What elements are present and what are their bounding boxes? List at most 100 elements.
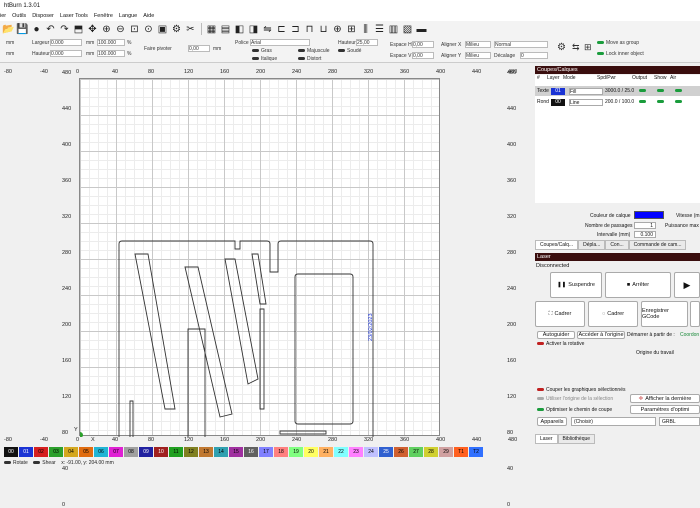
save-gcode-button[interactable]: Enregistrer GCode (641, 301, 688, 327)
palette-swatch[interactable]: 27 (409, 447, 423, 457)
palette-swatch[interactable]: 15 (229, 447, 243, 457)
align-bottom-icon[interactable]: ⊔ (317, 23, 330, 36)
align-y-select[interactable]: Milieu (465, 52, 491, 59)
palette-swatch[interactable]: 21 (319, 447, 333, 457)
palette-swatch[interactable]: 17 (259, 447, 273, 457)
palette-swatch[interactable]: 05 (79, 447, 93, 457)
tools-icon[interactable]: ✂ (184, 23, 197, 36)
same-height-icon[interactable]: ▧ (401, 23, 414, 36)
distort-toggle[interactable]: Distort (298, 56, 321, 62)
frame-button[interactable]: ⛶ Cadrer (535, 301, 585, 327)
palette-swatch[interactable]: 16 (244, 447, 258, 457)
align-top-icon[interactable]: ⊓ (303, 23, 316, 36)
italic-toggle[interactable]: Italique (252, 56, 277, 62)
circle-icon[interactable]: ● (30, 23, 43, 36)
stop-button[interactable]: ■ Arrêter (605, 272, 671, 298)
use-selection-origin-toggle[interactable]: Utiliser l'origine de la sélection (537, 396, 613, 402)
same-width-icon[interactable]: ▥ (387, 23, 400, 36)
palette-swatch[interactable]: 02 (34, 447, 48, 457)
scale-x-field[interactable]: 100.000 (97, 39, 125, 46)
palette-swatch[interactable]: 08 (124, 447, 138, 457)
go-home-button[interactable]: Accéder à l'origine (577, 331, 625, 339)
device-select[interactable]: (Choisir) (571, 417, 656, 426)
weld-icon[interactable]: ⊞ (584, 42, 592, 53)
optimization-settings-button[interactable]: Paramètres d'optimi (630, 405, 700, 414)
align-x-select[interactable]: Milieu (465, 41, 491, 48)
redo-icon[interactable]: ↷ (58, 23, 71, 36)
canvas-scrollbar[interactable] (525, 64, 535, 444)
ungroup-icon[interactable]: ▤ (219, 23, 232, 36)
move-icon[interactable]: ✥ (86, 23, 99, 36)
palette-swatch[interactable]: 24 (364, 447, 378, 457)
lock-inner-toggle[interactable]: Lock inner object (597, 51, 644, 57)
v-spacing-field[interactable]: 0,00 (412, 52, 434, 59)
palette-swatch[interactable]: 09 (139, 447, 153, 457)
palette-swatch[interactable]: 29 (439, 447, 453, 457)
show-last-position-button[interactable]: ✛ Afficher la dernière (630, 394, 700, 403)
uppercase-toggle[interactable]: Majuscule (298, 48, 330, 54)
palette-swatch[interactable]: 03 (49, 447, 63, 457)
height-field[interactable]: 0.000 (50, 50, 82, 57)
menu-laser-tools[interactable]: Laser Tools (60, 12, 88, 21)
arrange-icon[interactable]: ⇆ (572, 42, 580, 53)
settings-icon[interactable]: ⚙ (170, 23, 183, 36)
layer-row[interactable]: Texte 01 Fill 3000.0 / 25.0 (535, 86, 700, 96)
tab-laser[interactable]: Laser (535, 434, 558, 444)
menu-window[interactable]: Fenêtre (94, 12, 113, 21)
zoom-selection-icon[interactable]: ⊙ (142, 23, 155, 36)
autoguide-button[interactable]: Autoguider (537, 331, 575, 339)
layer-row[interactable]: Rond 00 Line 200.0 / 100.0 (535, 97, 700, 107)
bold-toggle[interactable]: Gras (252, 48, 272, 54)
mode-select[interactable]: Line (569, 98, 603, 106)
palette-swatch[interactable]: 23 (349, 447, 363, 457)
text-height-field[interactable]: 25,00 (356, 39, 378, 46)
rotate-toggle[interactable]: Rotate (4, 460, 28, 466)
menu-tools[interactable]: Outils (12, 12, 26, 21)
font-select[interactable]: Arial (250, 39, 310, 46)
palette-swatch[interactable]: 00 (4, 447, 18, 457)
start-button[interactable]: ▶ (674, 272, 700, 298)
mirror-icon[interactable]: ⇋ (261, 23, 274, 36)
palette-swatch[interactable]: 25 (379, 447, 393, 457)
workspace-canvas[interactable]: 23/02/2023 (79, 78, 440, 437)
palette-swatch[interactable]: T1 (454, 447, 468, 457)
zoom-out-icon[interactable]: ⊖ (114, 23, 127, 36)
camera-icon[interactable]: ▣ (156, 23, 169, 36)
align-left-icon[interactable]: ⊏ (275, 23, 288, 36)
import-icon[interactable]: ⬒ (72, 23, 85, 36)
output-toggle[interactable] (639, 99, 657, 105)
firmware-select[interactable]: GRBL (659, 417, 700, 426)
coordinates-option[interactable]: Coordon (680, 332, 699, 338)
air-toggle[interactable] (675, 88, 684, 94)
passes-field[interactable]: 1 (634, 222, 656, 229)
offset-field[interactable]: 0 (520, 52, 548, 59)
rotary-toggle[interactable]: Activer la rotative (537, 341, 584, 347)
pause-button[interactable]: ❚❚ Suspendre (550, 272, 602, 298)
palette-swatch[interactable]: T2 (469, 447, 483, 457)
palette-swatch[interactable]: 06 (94, 447, 108, 457)
dock-icon[interactable]: ▬ (415, 23, 428, 36)
h-spacing-field[interactable]: 0,00 (412, 41, 434, 48)
zoom-frame-icon[interactable]: ⊡ (128, 23, 141, 36)
tab-move[interactable]: Dépla... (578, 240, 606, 250)
palette-swatch[interactable]: 10 (154, 447, 168, 457)
palette-swatch[interactable]: 19 (289, 447, 303, 457)
tab-camera-control[interactable]: Commande de cam... (628, 240, 687, 250)
palette-swatch[interactable]: 18 (274, 447, 288, 457)
menu-help[interactable]: Aide (143, 12, 154, 21)
zoom-in-icon[interactable]: ⊕ (100, 23, 113, 36)
target-icon[interactable]: ⊕ (331, 23, 344, 36)
palette-swatch[interactable]: 07 (109, 447, 123, 457)
send-button[interactable] (690, 301, 700, 327)
tab-console[interactable]: Con... (605, 240, 629, 250)
group-icon[interactable]: ▦ (205, 23, 218, 36)
distribute-v-icon[interactable]: ☰ (373, 23, 386, 36)
frame-circle-button[interactable]: ◌ Cadrer (588, 301, 638, 327)
devices-button[interactable]: Appareils (537, 417, 567, 426)
date-text[interactable]: 23/02/2023 (368, 313, 374, 341)
menu-language[interactable]: Langue (119, 12, 137, 21)
palette-swatch[interactable]: 14 (214, 447, 228, 457)
width-field[interactable]: 0.000 (50, 39, 82, 46)
tab-library[interactable]: Bibliothèque (557, 434, 596, 444)
flip-v-icon[interactable]: ◨ (247, 23, 260, 36)
